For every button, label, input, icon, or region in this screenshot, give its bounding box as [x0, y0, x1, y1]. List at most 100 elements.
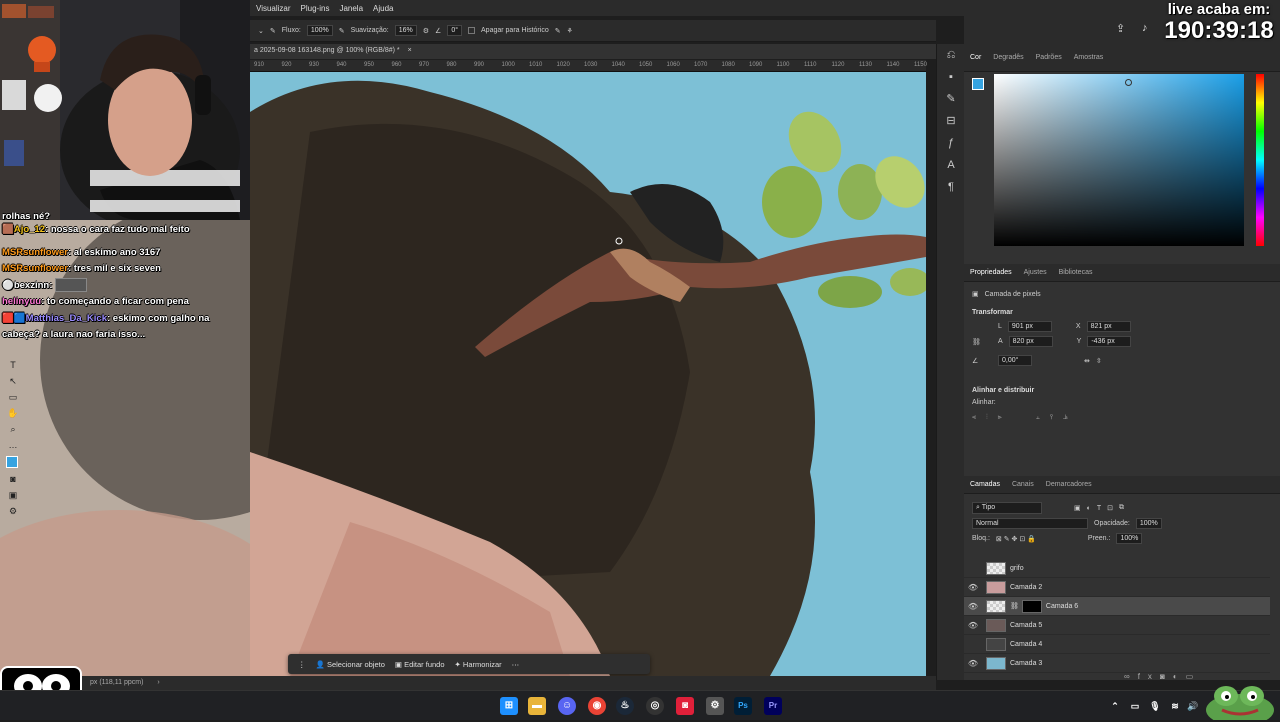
- tab-padroes[interactable]: Padrões: [1036, 54, 1062, 61]
- mask-icon[interactable]: ◙: [1160, 672, 1173, 681]
- layer-row[interactable]: Camada 4: [964, 635, 1270, 654]
- more-options-icon[interactable]: ⋯: [512, 660, 520, 669]
- angle-input[interactable]: 0°: [447, 25, 463, 36]
- width-input[interactable]: 901 px: [1007, 321, 1052, 332]
- character-icon[interactable]: A: [937, 154, 965, 176]
- filter-smart-icon[interactable]: ⧉: [1119, 504, 1124, 512]
- y-input[interactable]: -436 px: [1087, 336, 1132, 347]
- flip-h-icon[interactable]: ⇹: [1084, 357, 1090, 365]
- adjustments-icon[interactable]: ⊟: [937, 110, 965, 132]
- tab-canais[interactable]: Canais: [1012, 481, 1034, 488]
- tab-ajustes[interactable]: Ajustes: [1024, 269, 1047, 276]
- filter-adjust-icon[interactable]: ◐: [1087, 505, 1091, 512]
- fill-input[interactable]: 100%: [1116, 533, 1143, 544]
- drag-handle-icon[interactable]: ⋮: [298, 660, 306, 669]
- tab-cor[interactable]: Cor: [970, 54, 981, 61]
- hand-icon[interactable]: ✋: [6, 408, 20, 418]
- hue-slider[interactable]: [1256, 74, 1264, 246]
- brush-settings-icon[interactable]: ✎: [270, 27, 276, 35]
- settings-icon[interactable]: ⚙: [706, 697, 724, 715]
- close-icon[interactable]: ×: [408, 47, 412, 54]
- comments-icon[interactable]: ▪: [937, 66, 965, 88]
- angle-field[interactable]: 0,00°: [998, 355, 1032, 366]
- effects-icon[interactable]: ƒ: [937, 132, 965, 154]
- share-icon[interactable]: ⇪: [1116, 22, 1125, 35]
- visibility-icon[interactable]: 👁: [964, 583, 982, 592]
- zoom-icon[interactable]: ⌕: [6, 424, 20, 434]
- angle-icon[interactable]: ∠: [435, 27, 441, 35]
- edit-toolbar-icon[interactable]: ⚙: [6, 506, 20, 516]
- screen-mode-icon[interactable]: ▣: [6, 490, 20, 500]
- tab-bibliotecas[interactable]: Bibliotecas: [1059, 269, 1093, 276]
- fluxo-input[interactable]: 100%: [306, 25, 333, 36]
- color-swatch-icon[interactable]: [6, 456, 18, 468]
- flip-v-icon[interactable]: ⇳: [1096, 357, 1102, 365]
- height-input[interactable]: 820 px: [1008, 336, 1053, 347]
- menu-janela[interactable]: Janela: [339, 4, 363, 13]
- x-input[interactable]: 821 px: [1086, 321, 1131, 332]
- more-tools-icon[interactable]: …: [6, 440, 20, 450]
- fx-icon[interactable]: fx: [1138, 672, 1160, 681]
- align-top-icon[interactable]: ⫠: [1036, 414, 1040, 422]
- type-tool-icon[interactable]: T: [6, 360, 20, 370]
- transform-title[interactable]: Transformar: [964, 306, 1280, 319]
- document-tab[interactable]: a 2025-09-08 163148.png @ 100% (RGB/8#) …: [250, 44, 936, 59]
- airbrush-icon[interactable]: ✎: [339, 27, 345, 35]
- menu-visualizar[interactable]: Visualizar: [256, 4, 291, 13]
- steam-icon[interactable]: ♨: [616, 697, 634, 715]
- adjust-layer-icon[interactable]: ◐: [1173, 672, 1186, 681]
- align-bottom-icon[interactable]: ⫡: [1063, 414, 1068, 422]
- lock-icons[interactable]: ⊠ ✎ ✥ ⊡ 🔒: [996, 535, 1036, 543]
- dropdown-icon[interactable]: ⌄: [258, 27, 264, 35]
- tab-degrades[interactable]: Degradês: [993, 54, 1023, 61]
- filter-type-icon[interactable]: T: [1097, 505, 1101, 512]
- obs-icon[interactable]: ◎: [646, 697, 664, 715]
- layer-row[interactable]: 👁 ⛓ Camada 6: [964, 597, 1270, 616]
- rectangle-icon[interactable]: ▭: [6, 392, 20, 402]
- record-icon[interactable]: ◙: [676, 697, 694, 715]
- brush-panel-icon[interactable]: ✎: [937, 88, 965, 110]
- premiere-icon[interactable]: Pr: [764, 697, 782, 715]
- wifi-icon[interactable]: ≋: [1166, 697, 1184, 715]
- file-explorer-icon[interactable]: ▬: [528, 697, 546, 715]
- edit-background-button[interactable]: ▣ Editar fundo: [395, 660, 445, 669]
- menu-plugins[interactable]: Plug-ins: [301, 4, 330, 13]
- bell-icon[interactable]: ♪: [1142, 22, 1148, 34]
- quick-mask-icon[interactable]: ◙: [6, 474, 20, 484]
- harmonize-button[interactable]: ✦ Harmonizar: [455, 660, 502, 669]
- status-arrow-icon[interactable]: ›: [157, 679, 159, 686]
- link-icon[interactable]: ⛓: [972, 338, 992, 346]
- chain-icon[interactable]: ⛓: [1010, 602, 1019, 610]
- tab-demarcadores[interactable]: Demarcadores: [1046, 481, 1092, 488]
- select-object-button[interactable]: 👤 Selecionar objeto: [316, 660, 385, 669]
- align-right-icon[interactable]: ⫸: [998, 414, 1002, 422]
- link-layers-icon[interactable]: ∞: [1124, 672, 1138, 681]
- path-select-icon[interactable]: ↖: [6, 376, 20, 386]
- visibility-icon[interactable]: 👁: [964, 659, 982, 668]
- symmetry-icon[interactable]: ⚘: [567, 27, 573, 35]
- pressure-icon[interactable]: ✎: [555, 27, 561, 35]
- menu-ajuda[interactable]: Ajuda: [373, 4, 393, 13]
- color-picker-field[interactable]: [994, 74, 1244, 246]
- layer-filter-select[interactable]: ⌕ Tipo: [972, 502, 1042, 514]
- apagar-checkbox[interactable]: [468, 27, 476, 34]
- layer-row[interactable]: 👁 Camada 5: [964, 616, 1270, 635]
- chrome-icon[interactable]: ◉: [588, 697, 606, 715]
- photoshop-icon[interactable]: Ps: [734, 697, 752, 715]
- align-left-icon[interactable]: ⫷: [972, 414, 976, 422]
- align-title[interactable]: Alinhar e distribuir: [964, 384, 1280, 397]
- visibility-icon[interactable]: 👁: [964, 621, 982, 630]
- document-canvas[interactable]: [250, 72, 926, 676]
- visibility-icon[interactable]: 👁: [964, 602, 982, 611]
- align-center-icon[interactable]: ⫶: [986, 414, 988, 422]
- gear-icon[interactable]: ⚙: [423, 27, 429, 35]
- opacity-input[interactable]: 100%: [1135, 518, 1162, 529]
- tab-amostras[interactable]: Amostras: [1074, 54, 1104, 61]
- tray-chevron-icon[interactable]: ⌃: [1106, 697, 1124, 715]
- paragraph-icon[interactable]: ¶: [937, 176, 965, 198]
- suavizacao-input[interactable]: 16%: [394, 25, 417, 36]
- filter-pixel-icon[interactable]: ▣: [1074, 504, 1081, 512]
- filter-shape-icon[interactable]: ⊡: [1107, 504, 1113, 512]
- layer-row[interactable]: 👁 Camada 2: [964, 578, 1270, 597]
- align-middle-icon[interactable]: ⫯: [1050, 414, 1053, 422]
